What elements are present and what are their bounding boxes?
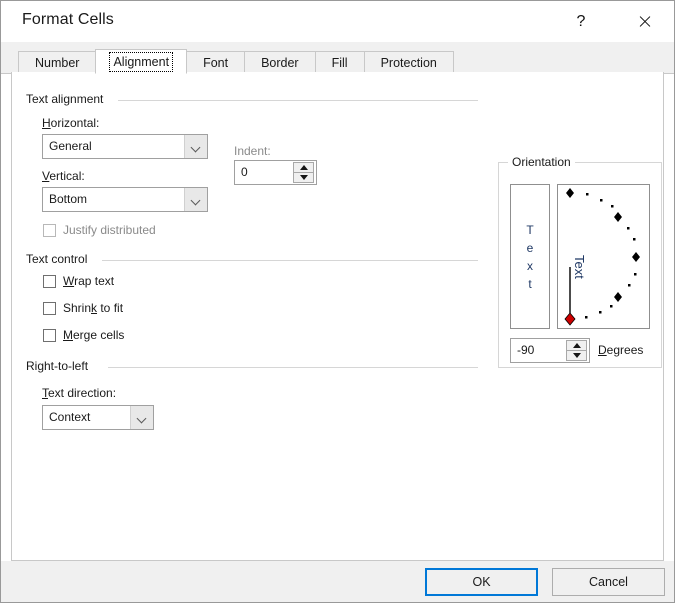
triangle-up-icon xyxy=(300,165,308,170)
group-divider xyxy=(102,260,478,261)
vertical-alignment-select[interactable]: Bottom xyxy=(42,187,208,212)
vertical-text-letter: x xyxy=(527,257,533,275)
horizontal-label: Horizontal: xyxy=(42,116,99,130)
tab-font[interactable]: Font xyxy=(186,51,245,74)
chevron-down-icon xyxy=(184,188,207,211)
checkbox-box xyxy=(43,329,56,342)
help-button[interactable]: ? xyxy=(558,1,604,42)
wrap-text-label: Wrap text xyxy=(63,274,114,288)
degrees-increment-button[interactable] xyxy=(566,340,587,351)
format-cells-dialog: Format Cells ? Number Alignment Font Bor… xyxy=(0,0,675,603)
tab-alignment[interactable]: Alignment xyxy=(95,49,187,74)
text-direction-value: Context xyxy=(49,406,90,429)
triangle-up-icon xyxy=(573,343,581,348)
group-divider xyxy=(108,367,478,368)
cancel-button[interactable]: Cancel xyxy=(552,568,665,596)
vertical-alignment-value: Bottom xyxy=(49,188,87,211)
tab-label: Alignment xyxy=(112,55,170,69)
cancel-button-label: Cancel xyxy=(589,575,628,589)
tab-label: Protection xyxy=(381,56,437,70)
indent-decrement-button[interactable] xyxy=(293,173,314,183)
degrees-spin-buttons[interactable] xyxy=(566,340,587,361)
degrees-decrement-button[interactable] xyxy=(566,351,587,361)
vertical-text-letter: t xyxy=(528,275,531,293)
tab-label: Fill xyxy=(332,56,348,70)
tab-label: Border xyxy=(261,56,299,70)
vertical-text-letter: T xyxy=(526,221,533,239)
horizontal-alignment-select[interactable]: General xyxy=(42,134,208,159)
triangle-down-icon xyxy=(300,175,308,180)
tab-label: Number xyxy=(35,56,79,70)
question-mark-icon: ? xyxy=(577,14,586,30)
merge-cells-checkbox[interactable]: Merge cells xyxy=(43,328,124,342)
indent-stepper[interactable]: 0 xyxy=(234,160,317,185)
indent-value: 0 xyxy=(241,161,248,184)
triangle-down-icon xyxy=(573,353,581,358)
vertical-text-option[interactable]: T e x t xyxy=(510,184,550,329)
tab-protection[interactable]: Protection xyxy=(364,51,454,74)
orientation-group: Orientation T e x t xyxy=(498,162,662,368)
text-alignment-group-label: Text alignment xyxy=(26,92,109,106)
tab-number[interactable]: Number xyxy=(18,51,96,74)
tab-border[interactable]: Border xyxy=(244,51,316,74)
degrees-label: Degrees xyxy=(598,343,643,357)
chevron-down-icon xyxy=(130,406,153,429)
orientation-group-label: Orientation xyxy=(508,155,575,169)
close-x-icon xyxy=(638,15,651,28)
dialog-footer: OK Cancel xyxy=(1,561,674,602)
text-direction-select[interactable]: Context xyxy=(42,405,154,430)
justify-distributed-label: Justify distributed xyxy=(63,223,156,237)
indent-label: Indent: xyxy=(234,144,271,158)
alignment-tab-panel: Text alignment Horizontal: General Inden… xyxy=(11,72,664,561)
ok-button[interactable]: OK xyxy=(425,568,538,596)
title-bar: Format Cells ? xyxy=(1,1,674,42)
wrap-text-checkbox[interactable]: Wrap text xyxy=(43,274,114,288)
checkbox-box xyxy=(43,224,56,237)
dialog-title: Format Cells xyxy=(22,11,114,29)
merge-cells-label: Merge cells xyxy=(63,328,124,342)
justify-distributed-checkbox[interactable]: Justify distributed xyxy=(43,223,156,237)
group-divider xyxy=(118,100,478,101)
text-direction-label: Text direction: xyxy=(42,386,116,400)
tab-fill[interactable]: Fill xyxy=(315,51,365,74)
chevron-down-icon xyxy=(184,135,207,158)
shrink-to-fit-checkbox[interactable]: Shrink to fit xyxy=(43,301,123,315)
indent-spin-buttons[interactable] xyxy=(293,162,314,183)
checkbox-box xyxy=(43,275,56,288)
ok-button-label: OK xyxy=(472,575,490,589)
degrees-value: -90 xyxy=(517,339,534,362)
degrees-stepper[interactable]: -90 xyxy=(510,338,590,363)
close-button[interactable] xyxy=(621,1,667,42)
right-to-left-group-label: Right-to-left xyxy=(26,359,94,373)
svg-text:Text: Text xyxy=(572,255,587,279)
indent-increment-button[interactable] xyxy=(293,162,314,173)
tab-label: Font xyxy=(203,56,228,70)
shrink-to-fit-label: Shrink to fit xyxy=(63,301,123,315)
text-control-group-label: Text control xyxy=(26,252,93,266)
vertical-label: Vertical: xyxy=(42,169,85,183)
orientation-dial[interactable]: Text xyxy=(557,184,650,329)
tab-strip: Number Alignment Font Border Fill Protec… xyxy=(1,42,674,74)
vertical-text-letter: e xyxy=(527,239,534,257)
checkbox-box xyxy=(43,302,56,315)
horizontal-alignment-value: General xyxy=(49,135,92,158)
